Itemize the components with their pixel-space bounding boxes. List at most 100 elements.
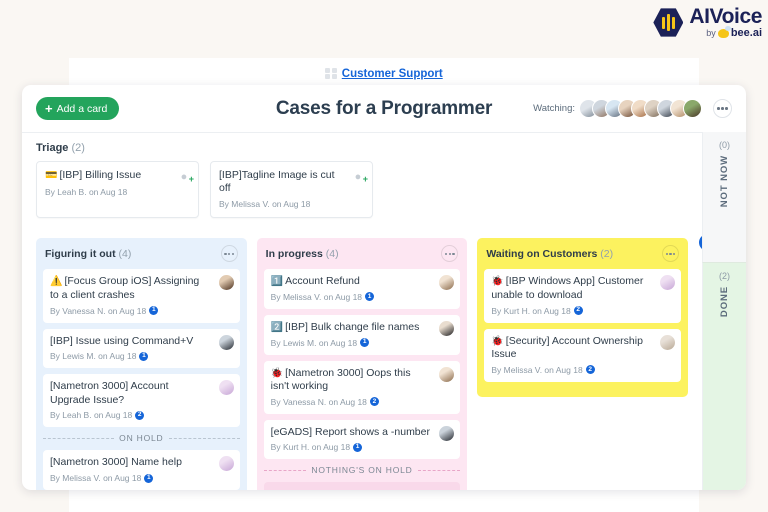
breadcrumb-link[interactable]: Customer Support bbox=[342, 68, 443, 80]
column-figuring-it-out: Figuring it out (4) ⚠️ [Focus Group iOS] … bbox=[36, 238, 247, 490]
card-meta: By Vanessa N. on Aug 18 2 bbox=[271, 397, 454, 407]
avatar[interactable] bbox=[683, 99, 702, 118]
comment-badge: 1 bbox=[365, 292, 375, 302]
divider-line bbox=[168, 437, 240, 439]
plus-icon: + bbox=[45, 101, 53, 116]
watcher-avatars[interactable] bbox=[579, 99, 702, 118]
comment-badge: 2 bbox=[585, 365, 595, 375]
bee-icon bbox=[717, 26, 731, 38]
list-item[interactable]: 🐞 [Security] Account Ownership Issue By M… bbox=[484, 328, 682, 382]
list-item[interactable]: 🐞 [Nametron 3000] Oops this isn't working… bbox=[263, 360, 461, 414]
assign-member-icon[interactable]: ● + bbox=[177, 170, 194, 184]
empty-card-placeholder bbox=[263, 482, 461, 490]
brand-text: AIVoice by bee.ai bbox=[689, 6, 762, 39]
board-columns: Figuring it out (4) ⚠️ [Focus Group iOS] … bbox=[22, 229, 746, 490]
comment-badge: 1 bbox=[353, 442, 363, 452]
avatar[interactable] bbox=[660, 334, 676, 350]
triage-card[interactable]: 💳 [IBP] Billing Issue By Leah B. on Aug 1… bbox=[36, 161, 199, 219]
add-card-button[interactable]: + Add a card bbox=[36, 97, 120, 120]
card-title-text: [Focus Group iOS] Assigning to a client … bbox=[50, 275, 200, 301]
column-title-text: Figuring it out bbox=[45, 247, 116, 260]
card-meta-text: By Vanessa N. on Aug 18 bbox=[50, 305, 147, 316]
avatar[interactable] bbox=[218, 380, 234, 396]
grid-icon bbox=[325, 67, 337, 80]
triage-count: (2) bbox=[71, 142, 85, 154]
card-title: 🐞 [IBP Windows App] Customer unable to do… bbox=[491, 275, 674, 302]
on-hold-divider: ON HOLD bbox=[43, 433, 240, 443]
triage-card-text: [IBP]Tagline Image is cut off bbox=[219, 169, 335, 195]
card-title-text: Account Refund bbox=[285, 275, 360, 288]
number-two-icon: 2️⃣ bbox=[270, 321, 284, 333]
card-meta: By Lewis M. on Aug 18 1 bbox=[271, 338, 454, 348]
column-menu-button[interactable] bbox=[220, 245, 238, 263]
brand-name: AIVoice bbox=[689, 5, 762, 28]
comment-badge: 1 bbox=[144, 473, 154, 483]
list-item[interactable]: [eGADS] Report shows a -number By Kurt H… bbox=[263, 419, 461, 460]
comment-badge: 2 bbox=[369, 397, 379, 407]
card-meta: By Kurt H. on Aug 18 1 bbox=[271, 442, 454, 452]
card-title-text: [Nametron 3000] Account Upgrade Issue? bbox=[50, 380, 169, 406]
avatar[interactable] bbox=[439, 366, 455, 382]
list-item[interactable]: [IBP] Issue using Command+V By Lewis M. … bbox=[43, 328, 240, 369]
card-title: 1️⃣ Account Refund bbox=[271, 275, 454, 289]
rail-count: (2) bbox=[719, 271, 730, 281]
card-title: ⚠️ [Focus Group iOS] Assigning to a clien… bbox=[50, 275, 233, 302]
screen: AIVoice by bee.ai Customer Support + Add… bbox=[0, 0, 768, 512]
assign-member-icon[interactable]: ● + bbox=[351, 170, 368, 184]
column-count: (4) bbox=[118, 247, 132, 260]
triage-card-meta: By Melissa V. on Aug 18 bbox=[219, 199, 311, 210]
column-menu-button[interactable] bbox=[662, 245, 680, 263]
bug-icon: 🐞 bbox=[491, 335, 504, 347]
card-title: 🐞 [Security] Account Ownership Issue bbox=[491, 335, 674, 362]
board-right-rail: (0) NOT NOW (2) DONE bbox=[702, 132, 746, 490]
card-meta: By Lewis M. on Aug 18 1 bbox=[50, 351, 233, 361]
list-item[interactable]: 🐞 [IBP Windows App] Customer unable to do… bbox=[484, 269, 682, 323]
comment-badge: 1 bbox=[360, 338, 370, 348]
triage-card-text: [IBP] Billing Issue bbox=[59, 169, 142, 181]
on-hold-label: ON HOLD bbox=[119, 433, 164, 444]
column-title: Waiting on Customers (2) bbox=[486, 248, 613, 260]
column-in-progress: In progress (4) 1️⃣ Account Refund By Mel… bbox=[256, 238, 468, 490]
column-title: Figuring it out (4) bbox=[45, 248, 131, 260]
triage-card-list: 💳 [IBP] Billing Issue By Leah B. on Aug 1… bbox=[36, 161, 732, 219]
rail-done[interactable]: (2) DONE bbox=[702, 262, 746, 490]
list-item[interactable]: [Nametron 3000] Account Upgrade Issue? B… bbox=[43, 374, 240, 428]
nothing-on-hold-label: NOTHING'S ON HOLD bbox=[311, 465, 413, 476]
list-item[interactable]: 1️⃣ Account Refund By Melissa V. on Aug 1… bbox=[263, 269, 461, 309]
triage-card[interactable]: [IBP]Tagline Image is cut off By Melissa… bbox=[210, 161, 373, 219]
column-menu-button[interactable] bbox=[441, 245, 459, 263]
card-meta: By Melissa V. on Aug 18 1 bbox=[271, 292, 454, 302]
list-item[interactable]: [Nametron 3000] Name help By Melissa V. … bbox=[43, 450, 240, 490]
triage-heading: Triage (2) bbox=[36, 142, 732, 154]
column-header: Waiting on Customers (2) bbox=[484, 245, 681, 263]
triage-card-meta: By Leah B. on Aug 18 bbox=[45, 186, 128, 197]
card-meta-text: By Melissa V. on Aug 18 bbox=[50, 473, 142, 484]
avatar[interactable] bbox=[218, 334, 234, 350]
card-title-text: [IBP] Bulk change file names bbox=[285, 320, 420, 333]
comment-badge: 1 bbox=[139, 351, 149, 361]
card-title-text: [IBP Windows App] Customer unable to dow… bbox=[491, 275, 644, 301]
column-title: In progress (4) bbox=[266, 248, 339, 260]
number-one-icon: 1️⃣ bbox=[270, 276, 284, 288]
rail-not-now[interactable]: (0) NOT NOW bbox=[702, 132, 746, 262]
comment-badge: 2 bbox=[135, 410, 145, 420]
brand-by-text: by bbox=[706, 28, 716, 38]
board-more-button[interactable] bbox=[713, 99, 732, 118]
avatar[interactable] bbox=[218, 275, 234, 291]
card-meta-text: By Lewis M. on Aug 18 bbox=[50, 351, 137, 362]
card-meta-text: By Lewis M. on Aug 18 bbox=[270, 337, 358, 348]
comment-badge: 1 bbox=[149, 306, 159, 316]
bug-icon: 🐞 bbox=[270, 367, 284, 379]
card-title: 🐞 [Nametron 3000] Oops this isn't working bbox=[271, 367, 454, 394]
card-meta: By Melissa V. on Aug 18 2 bbox=[491, 365, 674, 375]
column-count: (2) bbox=[600, 247, 614, 260]
column-title-text: In progress bbox=[265, 247, 323, 260]
card-title: [Nametron 3000] Account Upgrade Issue? bbox=[50, 380, 233, 407]
list-item[interactable]: ⚠️ [Focus Group iOS] Assigning to a clien… bbox=[43, 269, 240, 323]
board-sheet: + Add a card Cases for a Programmer Watc… bbox=[22, 85, 746, 490]
card-meta-text: By Melissa V. on Aug 18 bbox=[491, 364, 583, 375]
warning-icon: ⚠️ bbox=[50, 276, 63, 288]
card-title-text: [Security] Account Ownership Issue bbox=[491, 334, 643, 361]
triage-card-title: 💳 [IBP] Billing Issue bbox=[45, 169, 190, 183]
list-item[interactable]: 2️⃣ [IBP] Bulk change file names By Lewis… bbox=[263, 314, 461, 355]
